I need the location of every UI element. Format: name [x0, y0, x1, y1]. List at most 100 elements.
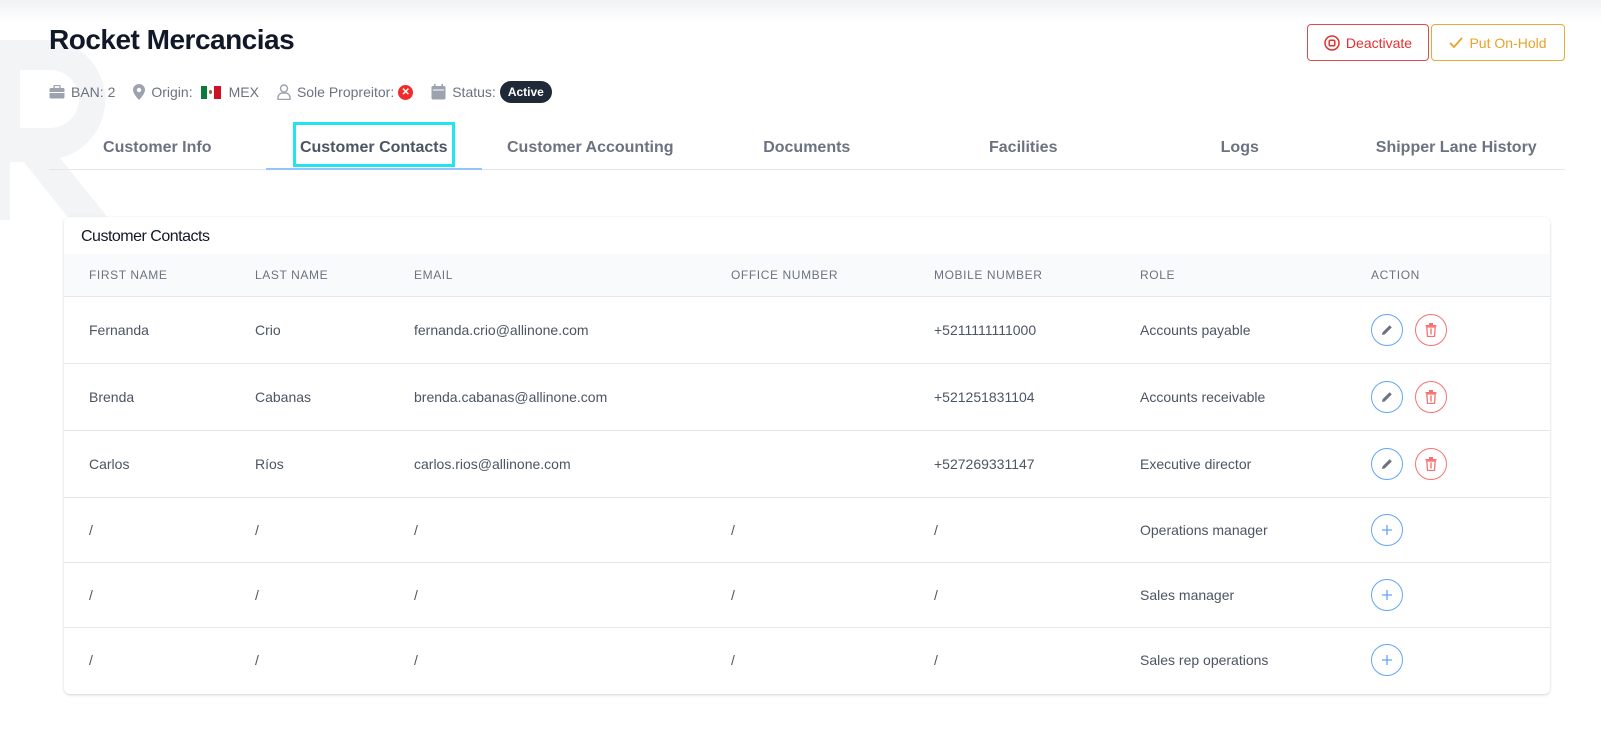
cell-first-name: / [89, 521, 93, 538]
cell-mobile-number: +5211111111000 [934, 321, 1037, 338]
location-pin-icon [133, 84, 146, 100]
cell-actions [1346, 430, 1550, 497]
ban-label: BAN: 2 [71, 84, 116, 100]
cell-office-number: / [731, 586, 735, 603]
put-on-hold-button[interactable]: Put On-Hold [1431, 24, 1565, 61]
table-row: Fernanda Crio fernanda.crio@allinone.com… [64, 296, 1550, 363]
col-first-name: FIRST NAME [64, 254, 230, 297]
delete-contact-button[interactable] [1415, 447, 1447, 480]
tab-customer-info[interactable]: Customer Info [49, 120, 266, 169]
sole-proprietor-item: Sole Propreitor: ✕ [277, 84, 414, 100]
cell-mobile-number: +527269331147 [934, 455, 1035, 472]
cell-email: fernanda.crio@allinone.com [414, 321, 589, 338]
put-on-hold-label: Put On-Hold [1469, 34, 1547, 51]
cell-mobile-number: / [934, 521, 938, 538]
cell-office-number [706, 430, 909, 497]
origin-value: MEX [228, 84, 259, 100]
table-row: Brenda Cabanas brenda.cabanas@allinone.c… [64, 363, 1550, 430]
card-title: Customer Contacts [81, 228, 210, 245]
cell-role: Accounts receivable [1140, 388, 1266, 405]
cell-actions [1346, 497, 1550, 562]
tab-facilities[interactable]: Facilities [915, 120, 1132, 169]
status-item: Status: Active [431, 81, 552, 103]
cell-office-number: / [731, 521, 735, 538]
add-contact-button[interactable] [1371, 578, 1403, 611]
add-contact-button[interactable] [1371, 643, 1403, 676]
col-office-number: OFFICE NUMBER [706, 254, 909, 297]
pencil-icon [1382, 458, 1392, 469]
cell-actions [1346, 627, 1550, 692]
top-shadow [0, 0, 1601, 22]
cell-mobile-number: / [934, 586, 938, 603]
cell-first-name: / [89, 586, 93, 603]
check-icon [1449, 36, 1464, 48]
cell-last-name: Cabanas [255, 388, 312, 405]
cell-actions [1346, 363, 1550, 430]
plus-icon [1382, 524, 1392, 535]
customer-meta: BAN: 2 Origin: MEX Sole Propreitor: ✕ St… [49, 80, 570, 104]
user-icon [277, 84, 291, 100]
cell-last-name: / [255, 586, 259, 603]
ban-item: BAN: 2 [49, 84, 115, 100]
trash-icon [1425, 456, 1437, 471]
cell-role: Accounts payable [1140, 321, 1251, 338]
stop-circle-icon [1324, 34, 1340, 51]
contacts-table: FIRST NAME LAST NAME EMAIL OFFICE NUMBER… [64, 254, 1550, 692]
tab-documents[interactable]: Documents [699, 120, 916, 169]
status-label: Status: [452, 84, 496, 100]
table-row: Carlos Ríos carlos.rios@allinone.com +52… [64, 430, 1550, 497]
col-mobile-number: MOBILE NUMBER [909, 254, 1115, 297]
pencil-icon [1382, 391, 1392, 402]
briefcase-icon [49, 85, 65, 99]
tab-logs[interactable]: Logs [1132, 120, 1349, 169]
cell-email: carlos.rios@allinone.com [414, 455, 571, 472]
cell-first-name: Fernanda [89, 321, 149, 338]
cell-last-name: / [255, 651, 259, 668]
col-action: ACTION [1346, 254, 1550, 297]
cell-last-name: / [255, 521, 259, 538]
page-title: Rocket Mercancias [49, 24, 295, 55]
edit-contact-button[interactable] [1371, 313, 1403, 346]
cell-last-name: Ríos [255, 455, 284, 472]
cell-actions [1346, 296, 1550, 363]
cell-role: Executive director [1140, 455, 1252, 472]
mexico-flag-icon [200, 85, 221, 99]
cell-role: Sales manager [1140, 586, 1235, 603]
delete-contact-button[interactable] [1415, 313, 1447, 346]
cell-mobile-number: / [934, 651, 938, 668]
close-circle-icon: ✕ [398, 84, 414, 100]
trash-icon [1425, 322, 1437, 337]
cell-first-name: Carlos [89, 455, 130, 472]
deactivate-button[interactable]: Deactivate [1307, 24, 1429, 61]
customer-contacts-card: Customer Contacts FIRST NAME LAST NAME E… [64, 217, 1550, 694]
deactivate-label: Deactivate [1345, 34, 1413, 51]
table-header-row: FIRST NAME LAST NAME EMAIL OFFICE NUMBER… [64, 254, 1550, 297]
delete-contact-button[interactable] [1415, 380, 1447, 413]
edit-contact-button[interactable] [1371, 447, 1403, 480]
cell-mobile-number: +521251831104 [934, 388, 1035, 405]
col-role: ROLE [1115, 254, 1346, 297]
cell-email: / [414, 651, 418, 668]
pencil-icon [1382, 324, 1392, 335]
plus-icon [1382, 589, 1392, 600]
edit-contact-button[interactable] [1371, 380, 1403, 413]
cell-last-name: Crio [255, 321, 281, 338]
origin-label: Origin: [151, 84, 193, 100]
add-contact-button[interactable] [1371, 513, 1403, 546]
cell-email: / [414, 586, 418, 603]
status-badge: Active [499, 81, 552, 103]
cell-role: Sales rep operations [1140, 651, 1269, 668]
cell-first-name: / [89, 651, 93, 668]
tab-customer-contacts[interactable]: Customer Contacts [265, 120, 483, 170]
cell-email: brenda.cabanas@allinone.com [414, 388, 608, 405]
table-row: / / / / / Operations manager [64, 497, 1550, 562]
tab-shipper-lane-history[interactable]: Shipper Lane History [1348, 120, 1565, 169]
col-last-name: LAST NAME [230, 254, 389, 297]
plus-icon [1382, 654, 1392, 665]
cell-office-number [706, 363, 909, 430]
cell-email: / [414, 521, 418, 538]
tab-customer-accounting[interactable]: Customer Accounting [482, 120, 699, 169]
tab-bar: Customer Info Customer Contacts Customer… [49, 120, 1565, 170]
cell-actions [1346, 562, 1550, 627]
cell-role: Operations manager [1140, 521, 1268, 538]
